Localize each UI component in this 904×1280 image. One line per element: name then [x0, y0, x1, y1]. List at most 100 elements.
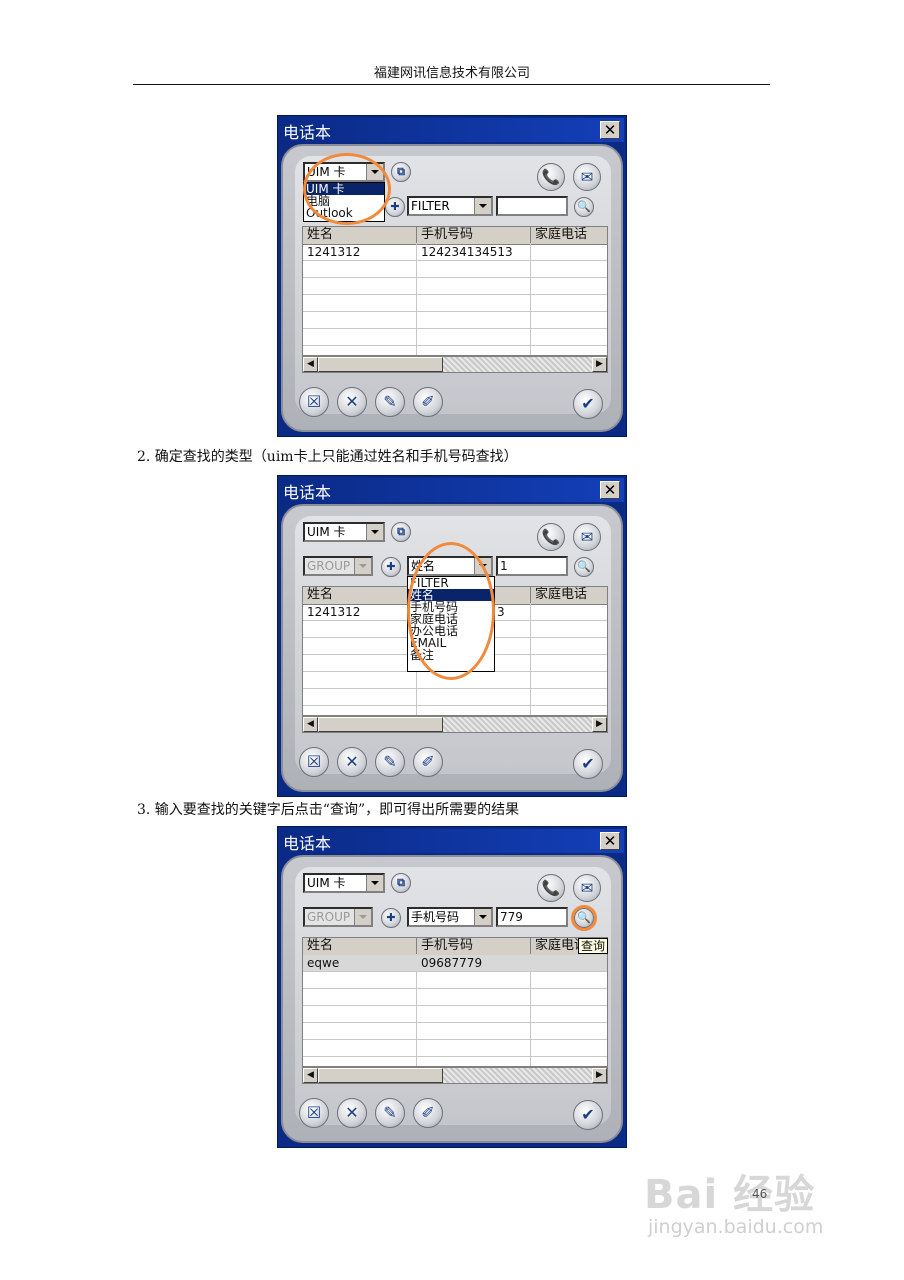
- ok-button[interactable]: ✔: [573, 1100, 603, 1130]
- table-header: 姓名 手机号码 家庭电话: [303, 938, 607, 956]
- add-contact-button[interactable]: ✎: [375, 1098, 405, 1128]
- table-row[interactable]: [303, 295, 607, 312]
- scroll-left-icon[interactable]: ◀: [303, 357, 318, 372]
- column-header[interactable]: 姓名: [303, 227, 417, 243]
- close-button[interactable]: ✕: [600, 832, 620, 850]
- copy-icon[interactable]: ⧉: [391, 162, 411, 182]
- search-button[interactable]: 🔍: [574, 557, 594, 577]
- contacts-table: 姓名 手机号码 家庭电话 1241312 124234134513: [302, 226, 608, 356]
- scroll-left-icon[interactable]: ◀: [303, 1068, 318, 1083]
- add-group-icon[interactable]: ✚: [381, 557, 401, 577]
- search-input[interactable]: [496, 196, 568, 216]
- horizontal-scrollbar[interactable]: ◀ ▶: [302, 1067, 608, 1084]
- table-row[interactable]: [303, 261, 607, 278]
- table-row[interactable]: [303, 329, 607, 346]
- horizontal-scrollbar[interactable]: ◀ ▶: [302, 356, 608, 373]
- horizontal-scrollbar[interactable]: ◀ ▶: [302, 716, 608, 733]
- cell-mobile: 09687779: [421, 956, 483, 970]
- scroll-right-icon[interactable]: ▶: [592, 357, 607, 372]
- baidu-watermark: Bai 经验: [644, 1172, 816, 1218]
- scroll-right-icon[interactable]: ▶: [592, 717, 607, 732]
- column-header[interactable]: 手机号码: [417, 227, 531, 243]
- delete-button[interactable]: ✕: [337, 747, 367, 777]
- scroll-thumb[interactable]: [318, 1068, 443, 1083]
- cell-name: eqwe: [307, 956, 340, 970]
- table-row-selected[interactable]: eqwe 09687779: [303, 955, 607, 972]
- add-contact-button[interactable]: ✎: [375, 747, 405, 777]
- window-title: 电话本: [283, 123, 332, 142]
- ok-button[interactable]: ✔: [573, 749, 603, 779]
- cell-mobile: 124234134513: [421, 245, 513, 259]
- filter-select[interactable]: 手机号码: [407, 907, 493, 927]
- ok-button[interactable]: ✔: [573, 389, 603, 419]
- chevron-down-icon[interactable]: [474, 198, 491, 214]
- watermark-url: jingyan.baidu.com: [648, 1216, 824, 1238]
- table-row[interactable]: [303, 972, 607, 989]
- delete-all-button[interactable]: ☒: [299, 747, 329, 777]
- add-group-icon[interactable]: ✚: [381, 908, 401, 928]
- filter-select[interactable]: FILTER: [407, 196, 493, 216]
- scroll-right-icon[interactable]: ▶: [592, 1068, 607, 1083]
- phonebook-window-2: 电话本 ✕ UIM 卡 ⧉ 📞 ✉ GROUP ✚ 姓名 1 🔍 姓名 手机号码…: [277, 475, 627, 797]
- mail-button[interactable]: ✉: [573, 163, 601, 191]
- table-header: 姓名 手机号码 家庭电话: [303, 227, 607, 245]
- mail-button[interactable]: ✉: [573, 874, 601, 902]
- column-header[interactable]: 家庭电话: [531, 227, 607, 243]
- call-button[interactable]: 📞: [537, 163, 565, 191]
- group-select[interactable]: GROUP: [303, 907, 373, 927]
- scroll-thumb[interactable]: [318, 717, 443, 732]
- call-button[interactable]: 📞: [537, 523, 565, 551]
- add-contact-button[interactable]: ✎: [375, 387, 405, 417]
- phonebook-window-1: 电话本 ✕ UIM 卡 ⧉ 📞 ✉ ✚ FILTER 🔍 姓名 手机号码 家庭电…: [277, 115, 627, 437]
- source-select-value: UIM 卡: [307, 525, 346, 539]
- cell-home: [531, 955, 535, 971]
- chevron-down-icon[interactable]: [366, 524, 383, 540]
- table-row[interactable]: [303, 989, 607, 1006]
- edit-contact-button[interactable]: ✐: [413, 387, 443, 417]
- group-select-value: GROUP: [307, 559, 351, 573]
- table-row[interactable]: [303, 689, 607, 706]
- delete-all-button[interactable]: ☒: [299, 1098, 329, 1128]
- chevron-down-icon[interactable]: [474, 909, 491, 925]
- chevron-down-icon[interactable]: [366, 875, 383, 891]
- table-row[interactable]: [303, 1023, 607, 1040]
- edit-contact-button[interactable]: ✐: [413, 747, 443, 777]
- table-row[interactable]: [303, 1040, 607, 1057]
- copy-icon[interactable]: ⧉: [391, 873, 411, 893]
- source-select-value: UIM 卡: [307, 876, 346, 890]
- phonebook-panel: UIM 卡 ⧉ 📞 ✉ ✚ FILTER 🔍 姓名 手机号码 家庭电话 1241…: [281, 144, 623, 432]
- source-select[interactable]: UIM 卡: [303, 522, 385, 542]
- edit-contact-button[interactable]: ✐: [413, 1098, 443, 1128]
- search-input[interactable]: 1: [496, 556, 568, 576]
- call-button[interactable]: 📞: [537, 874, 565, 902]
- page-header: 福建网讯信息技术有限公司: [373, 66, 530, 81]
- phonebook-panel: UIM 卡 ⧉ 📞 ✉ GROUP ✚ 手机号码 779 🔍 姓名 手机号码 家…: [281, 855, 623, 1143]
- search-button[interactable]: 🔍: [574, 197, 594, 217]
- group-select[interactable]: GROUP: [303, 556, 373, 576]
- column-header[interactable]: 姓名: [303, 938, 417, 954]
- chevron-down-icon[interactable]: [354, 909, 371, 925]
- delete-button[interactable]: ✕: [337, 387, 367, 417]
- search-input[interactable]: 779: [496, 907, 568, 927]
- column-header[interactable]: 手机号码: [417, 938, 531, 954]
- cell-name: 1241312: [307, 605, 361, 619]
- table-row[interactable]: 1241312 124234134513: [303, 244, 607, 261]
- column-header[interactable]: 姓名: [303, 587, 417, 603]
- mail-button[interactable]: ✉: [573, 523, 601, 551]
- table-row[interactable]: [303, 1006, 607, 1023]
- cell-home: [531, 244, 535, 260]
- table-row[interactable]: [303, 278, 607, 295]
- table-row[interactable]: [303, 312, 607, 329]
- scroll-thumb[interactable]: [318, 357, 443, 372]
- column-header[interactable]: 家庭电话: [531, 587, 607, 603]
- close-button[interactable]: ✕: [600, 121, 620, 139]
- delete-button[interactable]: ✕: [337, 1098, 367, 1128]
- chevron-down-icon[interactable]: [354, 558, 371, 574]
- source-select[interactable]: UIM 卡: [303, 873, 385, 893]
- delete-all-button[interactable]: ☒: [299, 387, 329, 417]
- scroll-left-icon[interactable]: ◀: [303, 717, 318, 732]
- copy-icon[interactable]: ⧉: [391, 522, 411, 542]
- phonebook-window-3: 电话本 ✕ UIM 卡 ⧉ 📞 ✉ GROUP ✚ 手机号码 779 🔍 姓名 …: [277, 826, 627, 1148]
- close-button[interactable]: ✕: [600, 481, 620, 499]
- window-title: 电话本: [283, 483, 332, 502]
